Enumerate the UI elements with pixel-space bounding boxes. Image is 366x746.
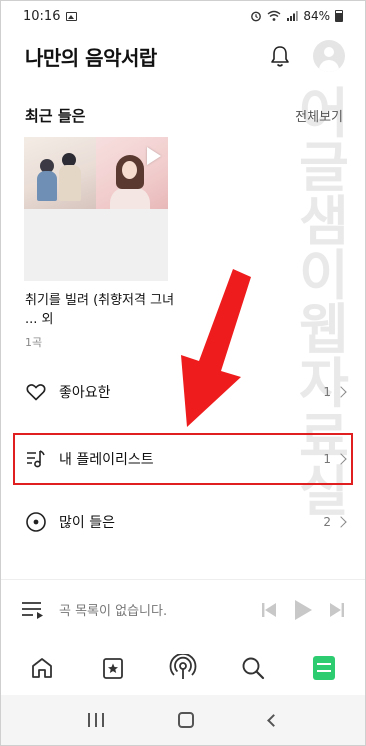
gallery-notification-icon: [66, 11, 78, 21]
row-count: 1: [323, 385, 331, 399]
system-nav-bar: [1, 695, 365, 745]
wifi-icon: [267, 10, 281, 21]
row-label: 좋아요한: [59, 385, 111, 401]
recent-album-card[interactable]: [24, 137, 168, 281]
nav-library[interactable]: [307, 651, 341, 685]
bell-icon[interactable]: [269, 44, 291, 68]
search-icon: [242, 657, 265, 680]
disc-icon: [26, 512, 46, 532]
avatar[interactable]: [313, 40, 345, 72]
row-label: 많이 들은: [59, 515, 115, 531]
view-all-link[interactable]: 전체보기: [295, 106, 343, 125]
nav-radio[interactable]: [166, 651, 200, 685]
album-track-count: 1곡: [25, 336, 43, 349]
radio-icon: [169, 654, 197, 679]
page-title: 나만의 음악서랍: [25, 45, 157, 70]
nav-home[interactable]: [25, 651, 59, 685]
status-bar: 10:16 84%: [1, 1, 365, 31]
battery-icon: [335, 10, 343, 22]
next-icon[interactable]: [329, 601, 345, 619]
queue-icon[interactable]: [21, 600, 45, 620]
mini-player: 곡 목록이 없습니다.: [1, 579, 365, 639]
alarm-icon: [251, 11, 262, 22]
home-button-icon[interactable]: [178, 712, 195, 728]
page-header: 나만의 음악서랍: [1, 31, 365, 81]
home-icon: [32, 658, 53, 678]
library-icon: [312, 656, 335, 680]
heart-icon: [26, 384, 46, 401]
star-card-icon: [102, 658, 123, 679]
nav-chart[interactable]: [96, 651, 130, 685]
signal-icon: [287, 11, 299, 21]
play-icon[interactable]: [293, 599, 313, 621]
battery-percent: 84%: [303, 9, 330, 23]
nav-search[interactable]: [236, 651, 270, 685]
recent-apps-icon[interactable]: [88, 713, 105, 727]
row-count: 2: [323, 515, 331, 529]
library-row-most-played[interactable]: 많이 들은 2: [1, 497, 365, 547]
red-arrow-annotation: [181, 269, 251, 427]
chevron-right-icon: [335, 516, 347, 528]
recent-section-header: 최근 들은 전체보기: [25, 105, 343, 126]
back-icon[interactable]: [266, 713, 280, 727]
bottom-nav: [1, 641, 365, 695]
status-time: 10:16: [23, 8, 61, 24]
play-icon[interactable]: [147, 147, 161, 165]
highlight-box: [13, 433, 353, 485]
album-cover-art: [24, 137, 96, 209]
recent-title: 최근 들은: [25, 107, 86, 125]
chevron-right-icon: [335, 386, 347, 398]
previous-icon[interactable]: [261, 601, 277, 619]
app-screen: 10:16 84% 나만의 음악서랍 어 글 샘 이 웹 자 료 실 최근 들은…: [0, 0, 366, 746]
player-empty-text: 곡 목록이 없습니다.: [59, 604, 168, 619]
